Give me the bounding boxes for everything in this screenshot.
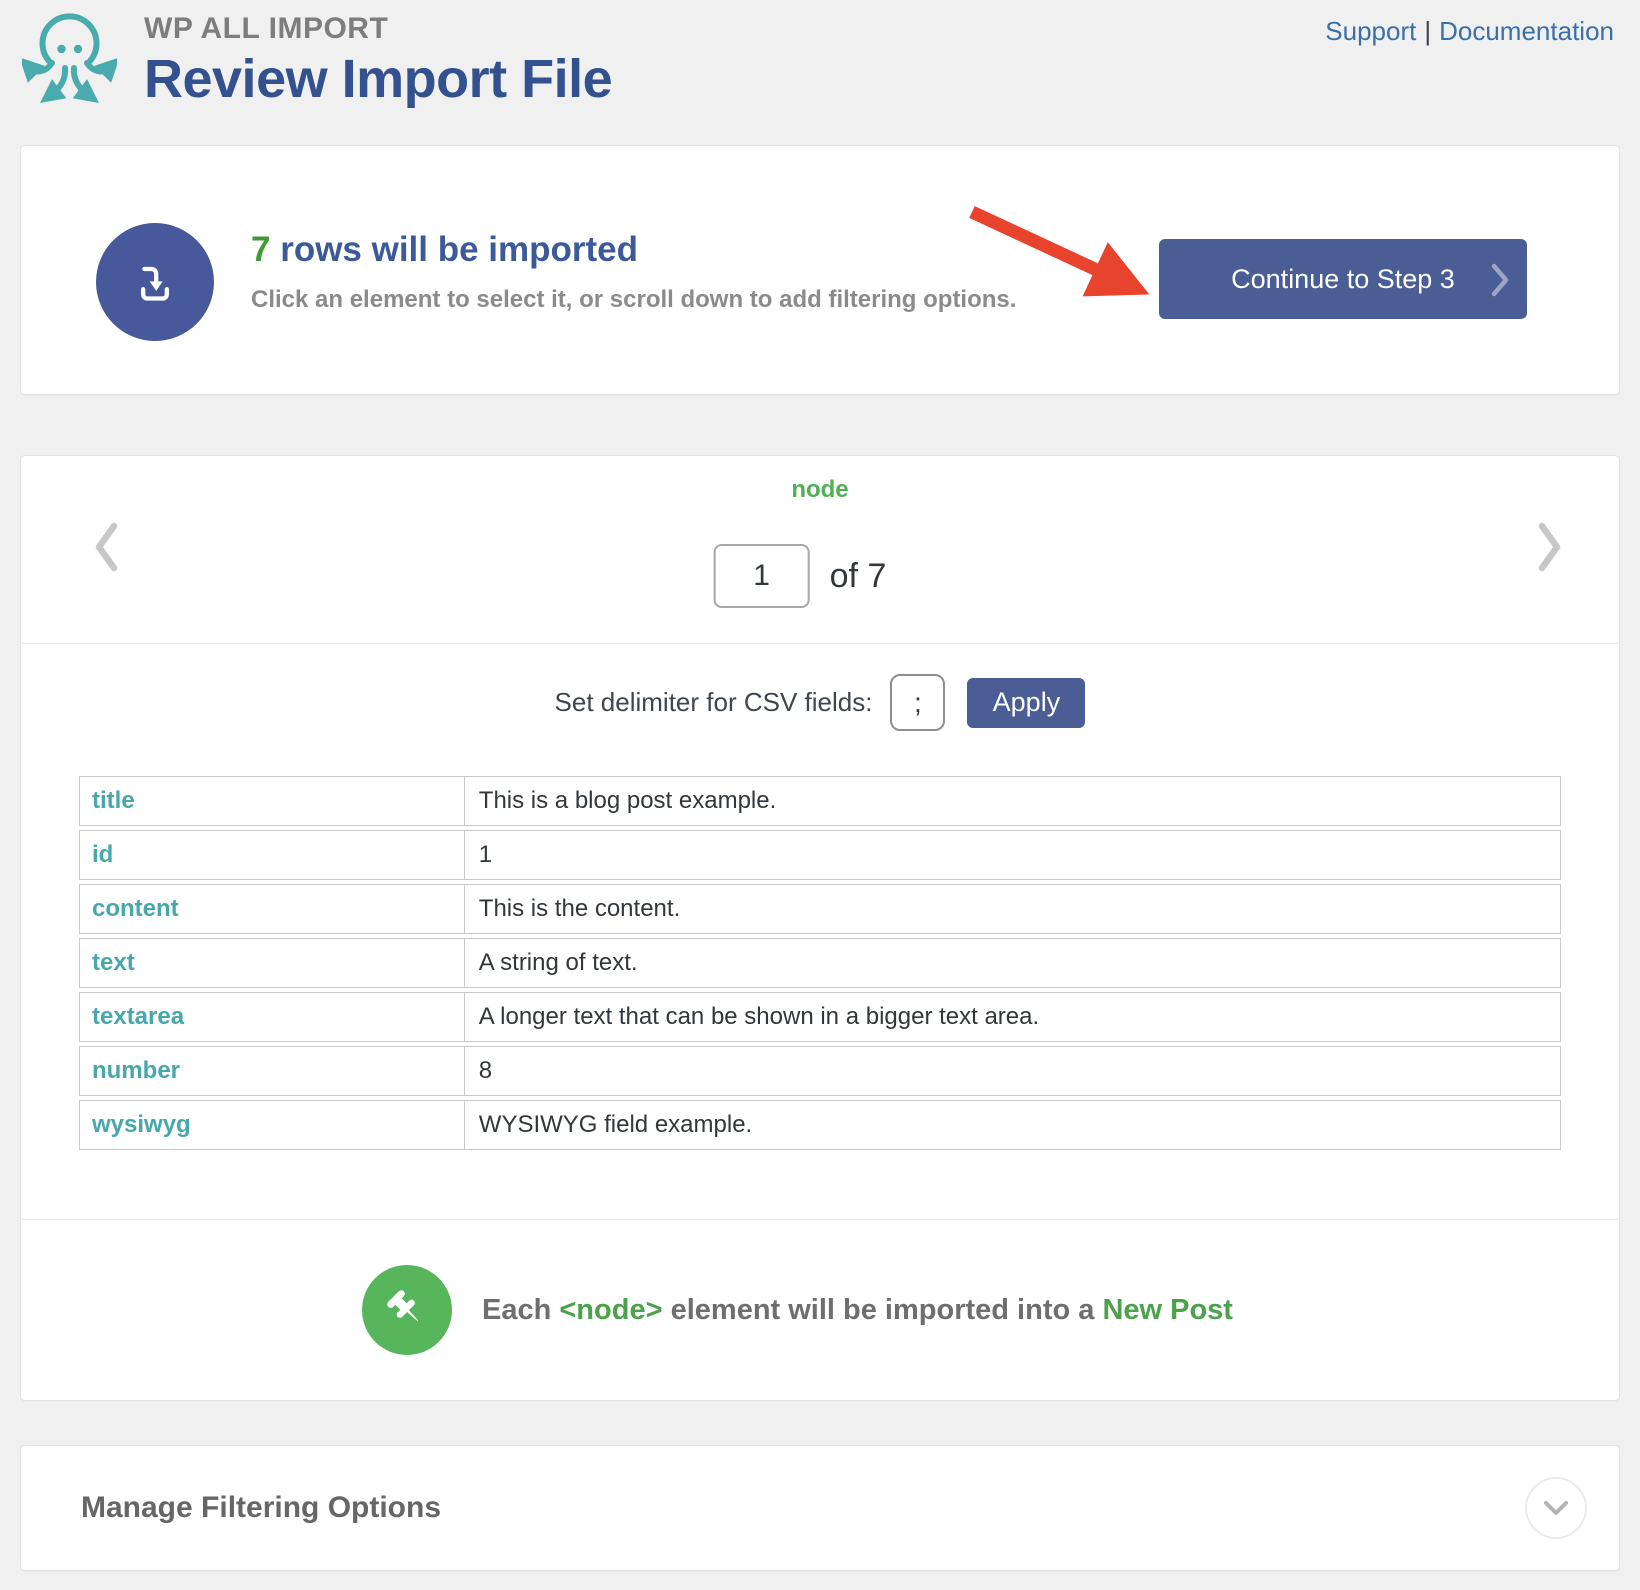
field-value: This is the content.	[465, 885, 1560, 933]
previous-record-chevron-icon[interactable]	[93, 522, 119, 572]
field-name[interactable]: content	[80, 885, 465, 933]
button-chevron-right-icon	[1491, 263, 1511, 297]
page: WP ALL IMPORT Review Import File Support…	[0, 0, 1640, 1589]
next-record-chevron-icon[interactable]	[1537, 522, 1563, 572]
page-title: Review Import File	[144, 48, 612, 110]
table-row[interactable]: textarea A longer text that can be shown…	[79, 992, 1561, 1042]
link-separator: |	[1424, 16, 1431, 46]
continue-to-step-3-button[interactable]: Continue to Step 3	[1159, 239, 1527, 319]
record-number-input[interactable]	[714, 544, 810, 608]
apply-button[interactable]: Apply	[967, 678, 1085, 728]
field-name[interactable]: wysiwyg	[80, 1101, 465, 1149]
import-target-text: Each <node> element will be imported int…	[482, 1294, 1233, 1327]
table-row[interactable]: id 1	[79, 830, 1561, 880]
import-target-note: Each <node> element will be imported int…	[21, 1220, 1619, 1400]
header-links: Support | Documentation	[1325, 16, 1614, 47]
app-name: WP ALL IMPORT	[144, 12, 612, 46]
record-table: title This is a blog post example. id 1 …	[79, 776, 1561, 1150]
field-name[interactable]: number	[80, 1047, 465, 1095]
field-value: This is a blog post example.	[465, 777, 1560, 825]
header: WP ALL IMPORT Review Import File Support…	[0, 0, 1640, 145]
download-icon	[96, 223, 214, 341]
record-pagination: of 7	[714, 544, 887, 608]
table-row[interactable]: number 8	[79, 1046, 1561, 1096]
field-value: 8	[465, 1047, 1560, 1095]
node-tag: <node>	[559, 1294, 662, 1326]
delimiter-input[interactable]	[890, 674, 945, 731]
record-total-label: of 7	[830, 557, 887, 596]
field-name[interactable]: text	[80, 939, 465, 987]
review-record-card: node of 7 Set delimiter for CSV fields: …	[20, 455, 1620, 1401]
table-row[interactable]: wysiwyg WYSIWYG field example.	[79, 1100, 1561, 1150]
summary-subtitle: Click an element to select it, or scroll…	[251, 286, 1016, 314]
pushpin-icon	[362, 1265, 452, 1355]
table-row[interactable]: content This is the content.	[79, 884, 1561, 934]
field-name[interactable]: id	[80, 831, 465, 879]
field-value: WYSIWYG field example.	[465, 1101, 1560, 1149]
field-value: 1	[465, 831, 1560, 879]
table-row[interactable]: title This is a blog post example.	[79, 776, 1561, 826]
new-post-link[interactable]: New Post	[1102, 1294, 1233, 1326]
continue-button-label: Continue to Step 3	[1231, 264, 1455, 295]
field-name[interactable]: title	[80, 777, 465, 825]
expand-filtering-button[interactable]	[1525, 1477, 1587, 1539]
filtering-options-title: Manage Filtering Options	[81, 1491, 441, 1525]
record-navigation: node of 7	[21, 456, 1619, 643]
support-link[interactable]: Support	[1325, 16, 1416, 46]
field-value: A string of text.	[465, 939, 1560, 987]
table-row[interactable]: text A string of text.	[79, 938, 1561, 988]
row-count: 7	[251, 230, 270, 269]
import-summary-card: 7 rows will be imported Click an element…	[20, 145, 1620, 395]
field-name[interactable]: textarea	[80, 993, 465, 1041]
field-value: A longer text that can be shown in a big…	[465, 993, 1560, 1041]
node-element-label: node	[21, 456, 1619, 504]
delimiter-label: Set delimiter for CSV fields:	[555, 687, 873, 718]
brand: WP ALL IMPORT Review Import File	[144, 12, 612, 110]
csv-delimiter-section: Set delimiter for CSV fields: Apply	[21, 643, 1619, 761]
chevron-down-icon	[1535, 1487, 1577, 1529]
manage-filtering-options-panel[interactable]: Manage Filtering Options	[20, 1445, 1620, 1571]
rows-imported-headline: 7 rows will be imported	[251, 230, 638, 270]
documentation-link[interactable]: Documentation	[1439, 16, 1614, 46]
octopus-logo-icon	[22, 6, 117, 118]
